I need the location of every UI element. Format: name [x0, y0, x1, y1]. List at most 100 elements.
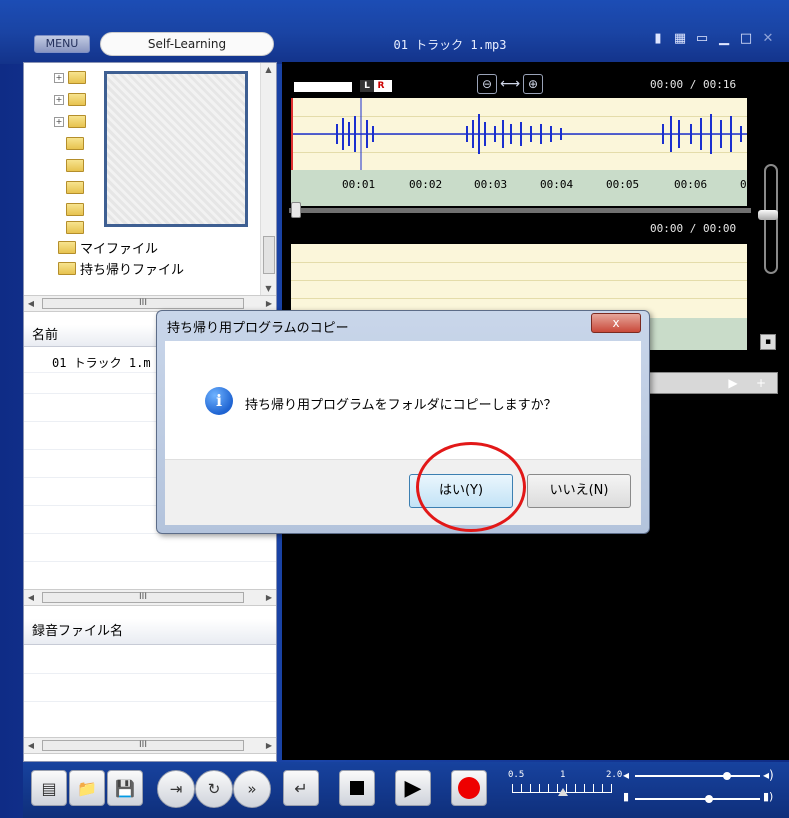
tree-node[interactable] — [66, 221, 84, 234]
scroll-down-icon[interactable]: ▼ — [261, 284, 276, 293]
restore-icon[interactable]: ▭ — [695, 32, 709, 46]
scroll-right-icon[interactable]: ▶ — [262, 738, 276, 753]
scroll-left-icon[interactable]: ◀ — [24, 738, 38, 753]
window-controls: ▮ ▦ ▭ ▁ □ ✕ — [651, 32, 775, 46]
play-segment-icon[interactable]: ▶ — [721, 373, 745, 393]
no-button[interactable]: いいえ(N) — [527, 474, 631, 508]
tree-item-takeaway-files[interactable]: 持ち帰りファイル — [58, 259, 184, 278]
return-button[interactable]: ↵ — [283, 770, 319, 806]
save-icon: 💾 — [115, 778, 135, 798]
grid-line — [291, 262, 747, 263]
position-slider[interactable] — [289, 208, 751, 213]
zoom-out-icon[interactable]: ⊖ — [477, 74, 497, 94]
record-button[interactable] — [451, 770, 487, 806]
position-slider-knob[interactable] — [291, 202, 301, 218]
expand-icon[interactable]: + — [54, 116, 64, 127]
dock-icon[interactable]: ▮ — [651, 32, 665, 46]
speed-max-label: 2.0 — [606, 770, 623, 780]
playback-volume-slider[interactable] — [635, 775, 760, 777]
close-icon[interactable]: ✕ — [761, 32, 775, 46]
save-recording-icon[interactable]: ▪ — [760, 334, 776, 350]
folder-icon — [68, 93, 86, 106]
speaker-low-icon: ◂ — [623, 768, 630, 782]
save-button[interactable]: 💾 — [107, 770, 143, 806]
zoom-control: ⊖ ⟷ ⊕ — [477, 74, 544, 94]
mode-tab-self-learning[interactable]: Self-Learning — [100, 32, 274, 56]
speed-mid-label: 1 — [560, 770, 566, 780]
highlight-circle — [416, 442, 526, 532]
mic-volume-slider[interactable] — [635, 798, 760, 800]
tree-node[interactable] — [66, 181, 84, 194]
transport-bar: ▤ 📁 💾 ⇥ ↻ » ↵ ▶ 0.5 1 2.0 ◂ ◂) ▮ ▮) — [23, 762, 789, 818]
scroll-right-icon[interactable]: ▶ — [262, 296, 276, 311]
tick-label: 0 — [740, 178, 747, 191]
folder-icon — [68, 115, 86, 128]
tree-vscroll[interactable]: ▲ ▼ — [260, 63, 276, 295]
title-bar: MENU Self-Learning 01 トラック 1.mp3 ▮ ▦ ▭ ▁… — [0, 0, 789, 64]
ab-repeat-button[interactable]: ⇥ — [157, 770, 195, 808]
repeat-button[interactable]: ↻ — [195, 770, 233, 808]
info-icon: i — [205, 387, 233, 415]
play-button[interactable]: ▶ — [395, 770, 431, 806]
mic-low-icon: ▮ — [623, 790, 630, 803]
thumbnail-preview — [104, 71, 248, 227]
folder-icon — [66, 137, 84, 150]
repeat-icon: ↻ — [207, 780, 221, 798]
zoom-in-icon[interactable]: ⊕ — [523, 74, 544, 94]
volume-slider-knob[interactable] — [758, 210, 778, 220]
tree-node[interactable] — [66, 137, 84, 150]
mic-high-icon: ▮) — [763, 790, 774, 803]
list-button[interactable]: ▤ — [31, 770, 67, 806]
tree-item-my-files[interactable]: マイファイル — [58, 238, 158, 257]
folder-icon — [58, 241, 76, 254]
divider — [24, 561, 276, 562]
speaker-high-icon: ◂) — [763, 768, 774, 782]
scroll-right-icon[interactable]: ▶ — [262, 590, 276, 605]
mic-volume-knob[interactable] — [705, 795, 713, 803]
menu-button[interactable]: MENU — [34, 35, 90, 53]
recordings-hscroll[interactable]: ◀ III ▶ — [24, 737, 276, 754]
scroll-thumb[interactable]: III — [42, 740, 244, 751]
folder-icon — [66, 203, 84, 216]
recordings-header[interactable]: 録音ファイル名 — [24, 619, 276, 645]
tree-node[interactable]: + — [54, 71, 86, 84]
scroll-left-icon[interactable]: ◀ — [24, 296, 38, 311]
grid-icon[interactable]: ▦ — [673, 32, 687, 46]
folder-open-icon: 📁 — [77, 778, 97, 798]
expand-icon[interactable]: + — [54, 94, 64, 105]
level-meter — [294, 82, 352, 92]
return-icon: ↵ — [294, 778, 308, 798]
filelist-hscroll[interactable]: ◀ III ▶ — [24, 589, 276, 606]
expand-icon[interactable]: + — [54, 72, 64, 83]
scroll-thumb[interactable] — [263, 236, 275, 274]
segment-bar[interactable]: ▶ + — [648, 372, 778, 394]
tree-node[interactable]: + — [54, 115, 86, 128]
tick-label: 00:06 — [674, 178, 708, 191]
scroll-thumb[interactable]: III — [42, 592, 244, 603]
scroll-up-icon[interactable]: ▲ — [261, 65, 276, 74]
tick-label: 00:04 — [540, 178, 574, 191]
play-icon: ▶ — [404, 775, 422, 801]
scroll-thumb[interactable]: III — [42, 298, 244, 309]
maximize-icon[interactable]: □ — [739, 32, 753, 46]
scroll-left-icon[interactable]: ◀ — [24, 590, 38, 605]
zoom-range-icon: ⟷ — [500, 76, 521, 92]
tree-node[interactable]: + — [54, 93, 86, 106]
playback-volume-knob[interactable] — [723, 772, 731, 780]
folder-tree[interactable]: + + + マイファイル 持ち帰りファイル — [24, 63, 260, 295]
playback-time: 00:00 / 00:16 — [650, 78, 737, 91]
dialog-close-button[interactable]: x — [591, 313, 641, 333]
speed-min-label: 0.5 — [508, 770, 525, 780]
stop-button[interactable] — [339, 770, 375, 806]
minimize-icon[interactable]: ▁ — [717, 32, 731, 46]
add-segment-icon[interactable]: + — [749, 373, 773, 393]
tree-node[interactable] — [66, 203, 84, 216]
folder-icon — [66, 181, 84, 194]
waveform-graph — [291, 98, 747, 170]
channel-badge[interactable]: LR — [360, 80, 392, 92]
open-folder-button[interactable]: 📁 — [69, 770, 105, 806]
dialog-body: i 持ち帰り用プログラムをフォルダにコピーしますか？ — [165, 341, 641, 459]
speed-control[interactable]: 0.5 1 2.0 — [508, 770, 623, 804]
skip-button[interactable]: » — [233, 770, 271, 808]
tree-node[interactable] — [66, 159, 84, 172]
